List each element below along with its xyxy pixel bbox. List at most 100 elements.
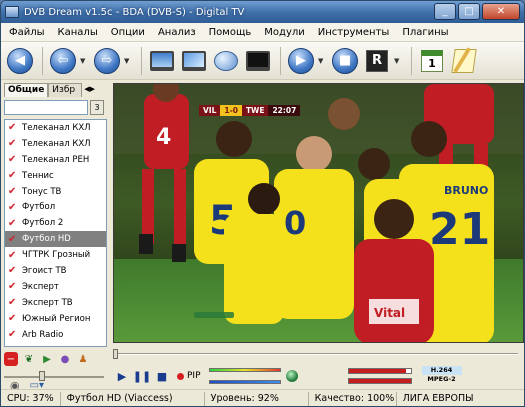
- check-icon[interactable]: ✔: [8, 218, 19, 229]
- notes-button[interactable]: [449, 46, 479, 76]
- channel-name: Южный Регион: [22, 313, 91, 324]
- audio-level-bar: [208, 380, 281, 384]
- pause-control-icon[interactable]: ❚❚: [133, 369, 151, 383]
- record-screen-icon: [246, 50, 270, 71]
- record-icon[interactable]: ●: [58, 352, 72, 366]
- play-control-icon[interactable]: ▶: [115, 369, 129, 383]
- check-icon[interactable]: ✔: [8, 186, 19, 197]
- satellite-view-icon: [182, 50, 206, 71]
- check-icon[interactable]: ✔: [8, 234, 19, 245]
- channel-item[interactable]: ✔ Телеканал КХЛ: [5, 136, 106, 152]
- app-window: DVB Dream v1.5c - BDA (DVB-S) - Digital …: [0, 0, 525, 407]
- channel-name: Футбол 2: [22, 218, 64, 229]
- back-icon: ◀: [7, 47, 33, 74]
- menu-tools[interactable]: Инструменты: [316, 26, 392, 39]
- signal-meters: [347, 368, 412, 384]
- satellite-view-button[interactable]: [179, 46, 209, 76]
- scan-icon[interactable]: ❦: [22, 352, 36, 366]
- next-channel-icon: ⇨: [94, 47, 120, 74]
- volume-slider[interactable]: [4, 371, 107, 381]
- next-channel-button[interactable]: ⇨: [92, 46, 122, 76]
- search-button[interactable]: 3: [90, 100, 104, 115]
- check-icon[interactable]: ✔: [8, 170, 19, 181]
- menu-modules[interactable]: Модули: [262, 26, 306, 39]
- video-frame[interactable]: 4 5 0 BRUNO 21 Vital VIL 1-0 TWE 22:07: [113, 83, 524, 343]
- channel-item[interactable]: ✔ Эксперт: [5, 279, 106, 295]
- channel-item[interactable]: ✔ Эксперт ТВ: [5, 295, 106, 311]
- channel-item[interactable]: ✔ Южный Регион: [5, 311, 106, 327]
- status-quality: Качество: 100%: [309, 392, 397, 406]
- check-icon[interactable]: ✔: [8, 122, 19, 133]
- channel-item[interactable]: ✔ Футбол 2: [5, 215, 106, 231]
- video-codec: H.264: [421, 366, 462, 375]
- next-channel-dropdown-icon[interactable]: ▼: [124, 57, 132, 65]
- recorder-dropdown-icon[interactable]: ▼: [394, 57, 402, 65]
- check-icon[interactable]: ✔: [8, 138, 19, 149]
- tab-scroll-icon[interactable]: ◀▶: [84, 83, 95, 97]
- audio-levels: [208, 368, 281, 384]
- check-icon[interactable]: ✔: [8, 329, 19, 340]
- channel-name: Телеканал РЕН: [22, 154, 90, 165]
- channel-name: Тонус ТВ: [22, 186, 62, 197]
- channel-item[interactable]: ✔ Футбол HD: [5, 231, 106, 248]
- channel-actions: − ❦ ▶ ● ♟: [4, 350, 90, 368]
- check-icon[interactable]: ✔: [8, 202, 19, 213]
- svg-text:Vital: Vital: [374, 306, 405, 320]
- prev-channel-dropdown-icon[interactable]: ▼: [80, 57, 88, 65]
- svg-text:21: 21: [429, 204, 490, 255]
- back-button[interactable]: ◀: [5, 46, 35, 76]
- check-icon[interactable]: ✔: [8, 250, 19, 261]
- channel-search-input[interactable]: [4, 100, 88, 115]
- seek-bar[interactable]: [113, 349, 524, 359]
- channel-item[interactable]: ✔ Arb Radio: [5, 327, 106, 343]
- tab-general[interactable]: Общие: [4, 83, 49, 97]
- menu-help[interactable]: Помощь: [207, 26, 254, 39]
- play-dropdown-icon[interactable]: ▼: [318, 57, 326, 65]
- play-icon: ▶: [288, 47, 314, 74]
- recorder-button[interactable]: R: [362, 46, 392, 76]
- play-button[interactable]: ▶: [286, 46, 316, 76]
- close-button[interactable]: ✕: [482, 3, 520, 20]
- scheduler-button[interactable]: 1: [417, 46, 447, 76]
- menu-plugins[interactable]: Плагины: [400, 26, 450, 39]
- channel-item[interactable]: ✔ Теннис: [5, 168, 106, 184]
- maximize-button[interactable]: □: [458, 3, 480, 20]
- volume-track: [4, 376, 104, 378]
- channel-list[interactable]: ✔ Телеканал КХЛ ✔ Телеканал КХЛ ✔ Телеканал Р…: [4, 119, 107, 347]
- menu-files[interactable]: Файлы: [7, 26, 47, 39]
- mouse-button[interactable]: [211, 46, 241, 76]
- check-icon[interactable]: ✔: [8, 297, 19, 308]
- channel-item[interactable]: ✔ Телеканал РЕН: [5, 152, 106, 168]
- check-icon[interactable]: ✔: [8, 265, 19, 276]
- user-icon[interactable]: ♟: [76, 352, 90, 366]
- check-icon[interactable]: ✔: [8, 313, 19, 324]
- record-screen-button[interactable]: [243, 46, 273, 76]
- menu-channels[interactable]: Каналы: [56, 26, 100, 39]
- prev-channel-button[interactable]: ⇦: [48, 46, 78, 76]
- menu-analysis[interactable]: Анализ: [156, 26, 198, 39]
- title-bar[interactable]: DVB Dream v1.5c - BDA (DVB-S) - Digital …: [1, 1, 524, 23]
- score: 1-0: [220, 105, 242, 116]
- channel-item[interactable]: ✔ ЧГТРК Грозный: [5, 247, 106, 263]
- channel-item[interactable]: ✔ Футбол: [5, 199, 106, 215]
- check-icon[interactable]: ✔: [8, 154, 19, 165]
- audio-level-fill: [209, 369, 280, 371]
- pip-button[interactable]: PIP: [177, 371, 201, 381]
- minimize-button[interactable]: _: [434, 3, 456, 20]
- menu-options[interactable]: Опции: [109, 26, 147, 39]
- tab-favorites[interactable]: Избр: [48, 83, 83, 97]
- play-channel-icon[interactable]: ▶: [40, 352, 54, 366]
- audio-level-bar: [208, 368, 281, 372]
- channel-item[interactable]: ✔ Телеканал КХЛ: [5, 120, 106, 136]
- remove-icon[interactable]: −: [4, 352, 18, 366]
- channel-item[interactable]: ✔ Эгоист ТВ: [5, 263, 106, 279]
- seek-thumb[interactable]: [113, 349, 118, 359]
- audio-codec: MPEG-2: [427, 375, 456, 383]
- channel-item[interactable]: ✔ Тонус ТВ: [5, 184, 106, 200]
- globe-icon[interactable]: [285, 370, 298, 382]
- monitor-button[interactable]: [147, 46, 177, 76]
- seek-track: [113, 353, 518, 355]
- stop-control-icon[interactable]: ■: [155, 369, 169, 383]
- check-icon[interactable]: ✔: [8, 281, 19, 292]
- stop-button[interactable]: ■: [330, 46, 360, 76]
